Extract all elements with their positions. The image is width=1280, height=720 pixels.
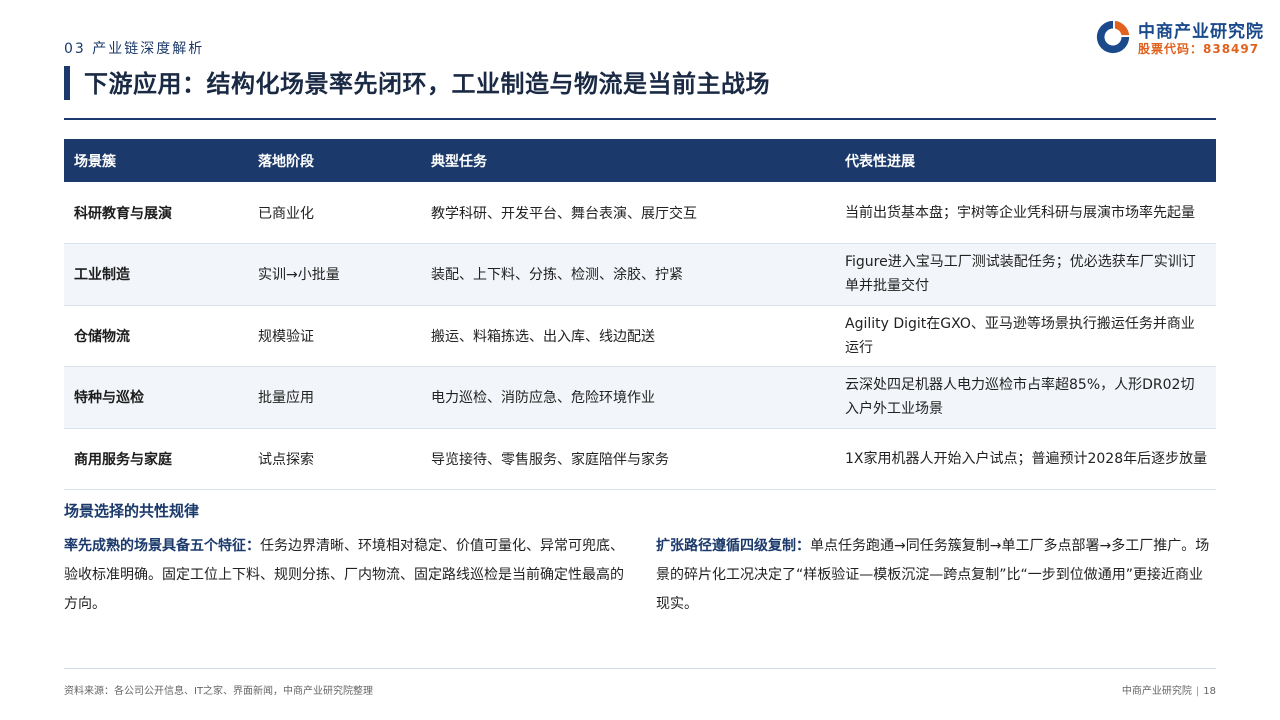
title-accent-bar [64,66,70,100]
corporate-logo-mark-icon [1096,20,1130,54]
footer-org-page: 中商产业研究院 | 18 [1122,682,1216,697]
tasks-cell: 教学科研、开发平台、舞台表演、展厅交互 [421,182,835,244]
column-header-tasks: 典型任务 [421,139,835,182]
title-divider [64,118,1216,120]
summary-heading: 场景选择的共性规律 [64,502,200,520]
stage-cell: 批量应用 [248,366,421,429]
table-row: 商用服务与家庭 试点探索 导览接待、零售服务、家庭陪伴与家务 1X家用机器人开始… [64,428,1216,490]
scene-table: 场景簇 落地阶段 典型任务 代表性进展 科研教育与展演 已商业化 教学科研、开发… [64,139,1216,490]
footer-divider [64,668,1216,669]
table-row: 仓储物流 规模验证 搬运、料箱拣选、出入库、线边配送 Agility Digit… [64,305,1216,367]
scene-cell: 科研教育与展演 [64,182,248,244]
scene-cell: 特种与巡检 [64,366,248,429]
stage-cell: 已商业化 [248,182,421,244]
table-row: 工业制造 实训→小批量 装配、上下料、分拣、检测、涂胶、拧紧 Figure进入宝… [64,243,1216,306]
summary-right-paragraph: 扩张路径遵循四级复制：单点任务跑通→同任务簇复制→单工厂多点部署→多工厂推广。场… [656,532,1214,619]
progress-cell: Figure进入宝马工厂测试装配任务；优必选获车厂实训订单并批量交付 [835,243,1216,306]
column-header-stage: 落地阶段 [248,139,421,182]
logo-name: 中商产业研究院 [1138,22,1264,42]
source-note: 资料来源：各公司公开信息、IT之家、界面新闻，中商产业研究院整理 [64,686,374,697]
stage-cell: 实训→小批量 [248,243,421,306]
progress-cell: 云深处四足机器人电力巡检市占率超85%，人形DR02切入户外工业场景 [835,366,1216,429]
progress-cell: 当前出货基本盘；宇树等企业凭科研与展演市场率先起量 [835,182,1216,244]
page-title: 下游应用：结构化场景率先闭环，工业制造与物流是当前主战场 [84,70,770,98]
company-logo: 中商产业研究院 股票代码：838497 [1094,16,1280,60]
stage-cell: 试点探索 [248,428,421,490]
column-header-scene: 场景簇 [64,139,248,182]
tasks-cell: 装配、上下料、分拣、检测、涂胶、拧紧 [421,243,835,306]
scene-cell: 工业制造 [64,243,248,306]
tasks-cell: 搬运、料箱拣选、出入库、线边配送 [421,305,835,367]
footer-separator: | [1195,686,1200,697]
column-header-progress: 代表性进展 [835,139,1216,182]
logo-stock-code: 股票代码：838497 [1138,42,1260,56]
section-tag: 03 产业链深度解析 [64,41,205,57]
table-header-row: 场景簇 落地阶段 典型任务 代表性进展 [64,139,1216,182]
footer-org: 中商产业研究院 [1121,686,1192,697]
progress-cell: 1X家用机器人开始入户试点；普遍预计2028年后逐步放量 [835,428,1216,490]
scene-cell: 仓储物流 [64,305,248,367]
stage-cell: 规模验证 [248,305,421,367]
summary-left-lead: 率先成熟的场景具备五个特征： [64,538,260,554]
page-number: 18 [1203,686,1216,697]
tasks-cell: 电力巡检、消防应急、危险环境作业 [421,366,835,429]
tasks-cell: 导览接待、零售服务、家庭陪伴与家务 [421,428,835,490]
summary-left-paragraph: 率先成熟的场景具备五个特征：任务边界清晰、环境相对稳定、价值可量化、异常可兜底、… [64,532,632,619]
table-row: 特种与巡检 批量应用 电力巡检、消防应急、危险环境作业 云深处四足机器人电力巡检… [64,366,1216,429]
summary-right-lead: 扩张路径遵循四级复制： [656,538,810,554]
table-row: 科研教育与展演 已商业化 教学科研、开发平台、舞台表演、展厅交互 当前出货基本盘… [64,182,1216,244]
progress-cell: Agility Digit在GXO、亚马逊等场景执行搬运任务并商业运行 [835,305,1216,367]
scene-cell: 商用服务与家庭 [64,428,248,490]
